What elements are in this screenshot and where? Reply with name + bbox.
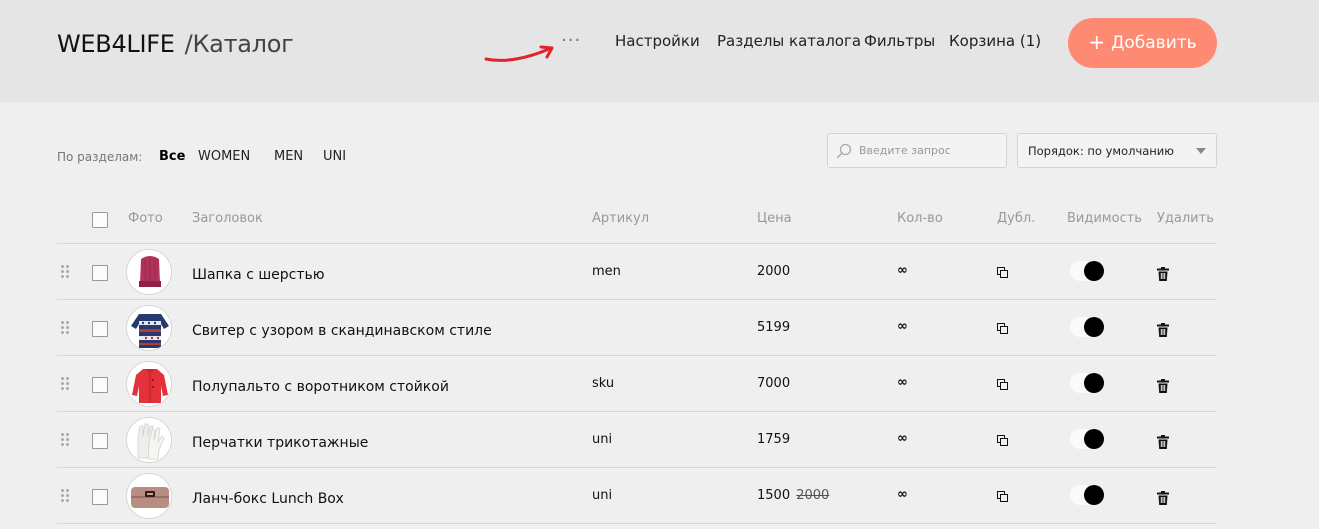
nav-settings[interactable]: Настройки (615, 32, 700, 50)
product-photo[interactable] (126, 305, 172, 351)
trash-icon[interactable] (1157, 266, 1169, 281)
product-price: 1500 2000 (757, 488, 829, 503)
search-icon (836, 143, 852, 158)
row-divider (57, 355, 1217, 356)
price-value: 1759 (757, 432, 791, 447)
table-divider (57, 243, 1217, 244)
toggle-knob (1084, 373, 1104, 393)
row-checkbox[interactable] (92, 377, 108, 393)
product-sku: sku (592, 376, 615, 391)
toggle-knob (1084, 261, 1104, 281)
drag-handle-icon[interactable] (61, 433, 69, 447)
filters-label: По разделам: (57, 150, 143, 164)
plus-icon: + (1088, 30, 1106, 54)
visibility-toggle[interactable] (1070, 261, 1104, 281)
old-price-value: 2000 (796, 488, 830, 503)
product-photo[interactable] (126, 473, 172, 519)
drag-handle-icon[interactable] (61, 489, 69, 503)
app-title: WEB4LIFE/Каталог (57, 30, 294, 58)
duplicate-icon[interactable] (997, 491, 1009, 503)
duplicate-icon[interactable] (997, 267, 1009, 279)
product-title[interactable]: Перчатки трикотажные (192, 435, 368, 451)
price-value: 2000 (757, 264, 791, 279)
price-value: 7000 (757, 376, 791, 391)
row-checkbox[interactable] (92, 321, 108, 337)
filter-all[interactable]: Все (159, 149, 185, 164)
add-button[interactable]: + Добавить (1068, 18, 1217, 68)
row-divider (57, 467, 1217, 468)
column-header-visibility: Видимость (1067, 211, 1142, 226)
nav-catalog-sections[interactable]: Разделы каталога (717, 32, 861, 50)
visibility-toggle[interactable] (1070, 429, 1104, 449)
brand-logo[interactable]: WEB4LIFE (57, 30, 175, 58)
duplicate-icon[interactable] (997, 435, 1009, 447)
product-title[interactable]: Свитер с узором в скандинавском стиле (192, 323, 492, 339)
column-header-price[interactable]: Цена (757, 211, 792, 226)
product-price: 5199 (757, 320, 792, 335)
select-all-checkbox[interactable] (92, 212, 108, 228)
column-header-duplicate: Дубл. (997, 211, 1036, 226)
product-quantity: ∞ (897, 319, 908, 334)
caret-down-icon (1196, 148, 1206, 154)
drag-handle-icon[interactable] (61, 265, 69, 279)
toggle-knob (1084, 429, 1104, 449)
product-photo[interactable] (126, 417, 172, 463)
product-quantity: ∞ (897, 263, 908, 278)
filter-women[interactable]: WOMEN (198, 149, 250, 164)
nav-cart[interactable]: Корзина (1) (949, 32, 1041, 50)
product-quantity: ∞ (897, 431, 908, 446)
visibility-toggle[interactable] (1070, 485, 1104, 505)
row-checkbox[interactable] (92, 265, 108, 281)
annotation-arrow-icon (484, 45, 554, 62)
header-bar: WEB4LIFE/Каталог ··· Настройки Разделы к… (0, 0, 1319, 102)
column-header-photo: Фото (128, 211, 163, 226)
sort-select[interactable]: Порядок: по умолчанию (1017, 133, 1217, 168)
product-price: 7000 (757, 376, 792, 391)
visibility-toggle[interactable] (1070, 317, 1104, 337)
column-header-qty[interactable]: Кол-во (897, 211, 943, 226)
filter-uni[interactable]: UNI (323, 149, 346, 164)
row-divider (57, 411, 1217, 412)
product-quantity: ∞ (897, 487, 908, 502)
product-quantity: ∞ (897, 375, 908, 390)
price-value: 5199 (757, 320, 791, 335)
product-title[interactable]: Полупальто с воротником стойкой (192, 379, 449, 395)
sort-select-value: Порядок: по умолчанию (1028, 143, 1174, 158)
add-button-label: Добавить (1111, 33, 1197, 53)
toggle-knob (1084, 317, 1104, 337)
visibility-toggle[interactable] (1070, 373, 1104, 393)
row-divider (57, 523, 1217, 524)
price-value: 1500 (757, 488, 791, 503)
column-header-title[interactable]: Заголовок (192, 211, 263, 226)
product-price: 2000 (757, 264, 792, 279)
product-sku: uni (592, 488, 613, 503)
trash-icon[interactable] (1157, 434, 1169, 449)
search-box[interactable] (827, 133, 1007, 168)
column-header-delete: Удалить (1157, 211, 1214, 226)
product-sku: men (592, 264, 621, 279)
product-title[interactable]: Шапка с шерстью (192, 267, 325, 283)
drag-handle-icon[interactable] (61, 377, 69, 391)
page-title: /Каталог (184, 30, 294, 58)
column-header-sku[interactable]: Артикул (592, 211, 649, 226)
product-title[interactable]: Ланч-бокс Lunch Box (192, 491, 344, 507)
product-sku: uni (592, 432, 613, 447)
more-dots-icon[interactable]: ··· (561, 30, 581, 51)
row-checkbox[interactable] (92, 489, 108, 505)
trash-icon[interactable] (1157, 322, 1169, 337)
row-divider (57, 299, 1217, 300)
trash-icon[interactable] (1157, 490, 1169, 505)
duplicate-icon[interactable] (997, 323, 1009, 335)
drag-handle-icon[interactable] (61, 321, 69, 335)
product-photo[interactable] (126, 361, 172, 407)
trash-icon[interactable] (1157, 378, 1169, 393)
toggle-knob (1084, 485, 1104, 505)
duplicate-icon[interactable] (997, 379, 1009, 391)
search-input[interactable] (859, 144, 999, 157)
row-checkbox[interactable] (92, 433, 108, 449)
nav-filters[interactable]: Фильтры (864, 32, 935, 50)
product-photo[interactable] (126, 249, 172, 295)
filter-men[interactable]: MEN (274, 149, 303, 164)
product-price: 1759 (757, 432, 792, 447)
